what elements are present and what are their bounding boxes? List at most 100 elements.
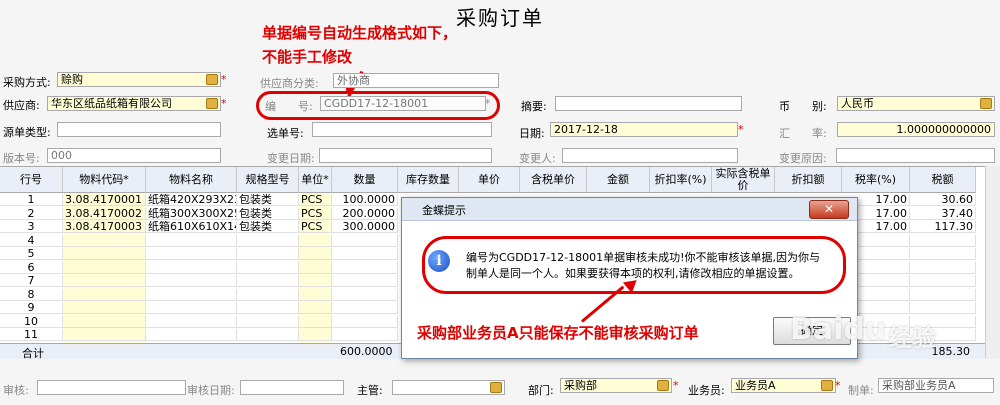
grid-cell-name[interactable] xyxy=(146,275,237,287)
grid-cell-spec[interactable] xyxy=(237,288,299,301)
lookup-icon[interactable] xyxy=(821,380,833,391)
currency-field[interactable]: 人民币 xyxy=(837,96,995,111)
grid-cell-qty[interactable] xyxy=(332,288,398,301)
grid-scrollbar[interactable] xyxy=(985,166,1000,358)
grid-cell-qty[interactable] xyxy=(332,329,398,341)
grid-cell-spec[interactable] xyxy=(237,315,299,328)
column-header[interactable]: 行号 xyxy=(0,167,63,193)
grid-cell-unit[interactable] xyxy=(299,261,332,274)
column-header[interactable]: 税率(%) xyxy=(842,167,910,193)
grid-cell-unit[interactable] xyxy=(299,315,332,328)
grid-cell-name[interactable] xyxy=(146,288,237,301)
lookup-icon[interactable] xyxy=(657,380,669,391)
grid-cell-no[interactable]: 6 xyxy=(0,261,63,274)
salesman-field[interactable]: 业务员A xyxy=(731,378,836,393)
grid-cell-no[interactable]: 9 xyxy=(0,302,63,314)
grid-cell-spec[interactable] xyxy=(237,248,299,260)
grid-cell-no[interactable]: 4 xyxy=(0,234,63,247)
manager-field[interactable] xyxy=(392,380,505,395)
grid-cell-code[interactable] xyxy=(63,275,146,287)
grid-cell-spec[interactable] xyxy=(237,275,299,287)
column-header[interactable]: 库存数量 xyxy=(398,167,459,193)
supplier-field[interactable]: 华东区纸品纸箱有限公司 xyxy=(47,96,221,111)
column-header[interactable]: 单位* xyxy=(299,167,332,193)
grid-cell-unit[interactable] xyxy=(299,288,332,301)
grid-cell-qty[interactable] xyxy=(332,248,398,260)
select-no-field[interactable] xyxy=(312,122,492,137)
grid-cell-spec[interactable] xyxy=(237,261,299,274)
grid-cell-code[interactable] xyxy=(63,288,146,301)
grid-cell-name[interactable]: 纸箱420X293X236 xyxy=(146,194,237,206)
grid-cell-name[interactable] xyxy=(146,329,237,341)
grid-cell-name[interactable] xyxy=(146,302,237,314)
grid-cell-qty[interactable]: 200.0000 xyxy=(332,207,398,220)
grid-cell-code[interactable] xyxy=(63,248,146,260)
grid-cell-tax[interactable] xyxy=(910,248,976,260)
grid-cell-qty[interactable]: 100.0000 xyxy=(332,194,398,206)
grid-cell-code[interactable] xyxy=(63,261,146,274)
grid-cell-code[interactable] xyxy=(63,329,146,341)
grid-cell-spec[interactable] xyxy=(237,302,299,314)
grid-cell-name[interactable]: 纸箱610X610X140 xyxy=(146,221,237,233)
grid-cell-no[interactable]: 3 xyxy=(0,221,63,233)
grid-cell-qty[interactable]: 300.0000 xyxy=(332,221,398,233)
column-header[interactable]: 物料名称 xyxy=(146,167,237,193)
grid-cell-spec[interactable] xyxy=(237,234,299,247)
grid-cell-no[interactable]: 7 xyxy=(0,275,63,287)
column-header[interactable]: 税额 xyxy=(910,167,976,193)
grid-cell-no[interactable]: 1 xyxy=(0,194,63,206)
column-header[interactable]: 物料代码* xyxy=(63,167,146,193)
grid-cell-name[interactable]: 纸箱300X300X250 xyxy=(146,207,237,220)
summary-field[interactable] xyxy=(555,96,742,111)
grid-cell-code[interactable] xyxy=(63,315,146,328)
column-header[interactable]: 含税单价 xyxy=(520,167,587,193)
grid-cell-code[interactable]: 3.08.4170003 xyxy=(63,221,146,233)
grid-cell-spec[interactable]: 包装类 xyxy=(237,207,299,220)
grid-cell-name[interactable] xyxy=(146,315,237,328)
grid-cell-unit[interactable] xyxy=(299,302,332,314)
grid-cell-tax[interactable] xyxy=(910,288,976,301)
grid-cell-no[interactable]: 5 xyxy=(0,248,63,260)
grid-cell-no[interactable]: 2 xyxy=(0,207,63,220)
date-field[interactable]: 2017-12-18 xyxy=(550,122,738,137)
grid-cell-qty[interactable] xyxy=(332,302,398,314)
grid-cell-unit[interactable] xyxy=(299,275,332,287)
grid-cell-code[interactable] xyxy=(63,302,146,314)
lookup-icon[interactable] xyxy=(490,382,502,393)
column-header[interactable]: 折扣率(%) xyxy=(650,167,712,193)
column-header[interactable]: 单价 xyxy=(459,167,520,193)
source-type-field[interactable] xyxy=(57,122,221,137)
grid-cell-spec[interactable]: 包装类 xyxy=(237,221,299,233)
grid-cell-tax[interactable]: 37.40 xyxy=(910,207,976,220)
lookup-icon[interactable] xyxy=(206,74,218,85)
grid-cell-name[interactable] xyxy=(146,234,237,247)
department-field[interactable]: 采购部 xyxy=(560,378,672,393)
column-header[interactable]: 金额 xyxy=(587,167,650,193)
grid-cell-unit[interactable] xyxy=(299,234,332,247)
grid-cell-code[interactable]: 3.08.4170001 xyxy=(63,194,146,206)
lookup-icon[interactable] xyxy=(206,98,218,109)
grid-cell-code[interactable]: 3.08.4170002 xyxy=(63,207,146,220)
grid-cell-spec[interactable]: 包装类 xyxy=(237,194,299,206)
grid-cell-tax[interactable] xyxy=(910,234,976,247)
grid-cell-tax[interactable] xyxy=(910,302,976,314)
column-header[interactable]: 规格型号 xyxy=(237,167,299,193)
grid-cell-qty[interactable] xyxy=(332,275,398,287)
grid-cell-name[interactable] xyxy=(146,261,237,274)
column-header[interactable]: 数量 xyxy=(332,167,398,193)
lookup-icon[interactable] xyxy=(980,98,992,109)
grid-cell-unit[interactable] xyxy=(299,248,332,260)
grid-cell-tax[interactable] xyxy=(910,275,976,287)
grid-cell-unit[interactable] xyxy=(299,329,332,341)
grid-cell-unit[interactable]: PCS xyxy=(299,207,332,220)
grid-cell-no[interactable]: 8 xyxy=(0,288,63,301)
grid-cell-qty[interactable] xyxy=(332,315,398,328)
grid-cell-qty[interactable] xyxy=(332,261,398,274)
grid-cell-name[interactable] xyxy=(146,248,237,260)
grid-cell-code[interactable] xyxy=(63,234,146,247)
purchase-mode-field[interactable]: 赊购 xyxy=(57,72,221,87)
grid-cell-qty[interactable] xyxy=(332,234,398,247)
grid-cell-tax[interactable]: 117.30 xyxy=(910,221,976,233)
grid-cell-unit[interactable]: PCS xyxy=(299,221,332,233)
grid-cell-tax[interactable] xyxy=(910,261,976,274)
